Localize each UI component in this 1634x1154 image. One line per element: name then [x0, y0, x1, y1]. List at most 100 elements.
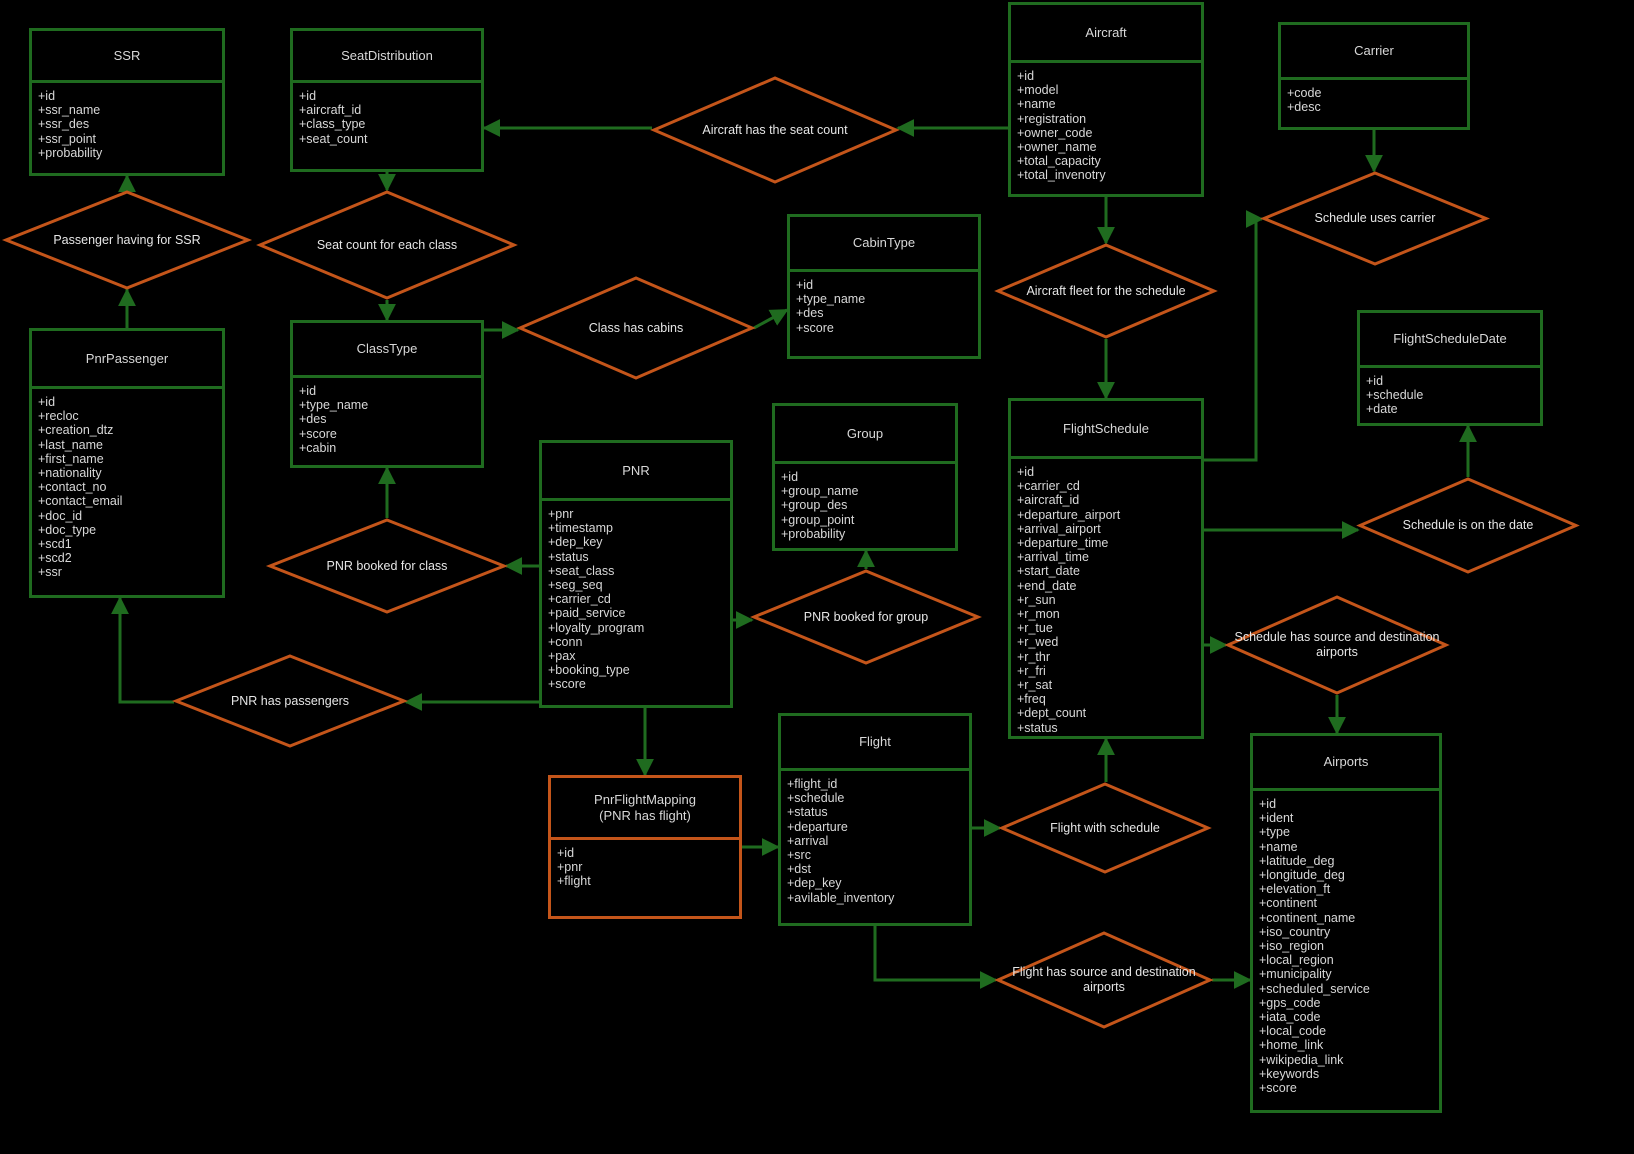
entity-attribute: +paid_service: [548, 606, 626, 621]
entity-attribute-list: +id +ident +type +name +latitude_deg +longitu…: [1253, 791, 1439, 1099]
entity-attribute: +loyalty_program: [548, 620, 645, 635]
entity-flightschedule[interactable]: FlightSchedule +id +carrier_cd +aircraft_id…: [1008, 398, 1204, 739]
entity-attribute: +ssr_point: [38, 131, 97, 146]
entity-attribute: +type: [1259, 825, 1290, 840]
entity-attribute: +doc_id: [38, 508, 83, 523]
entity-attribute: +r_mon: [1017, 607, 1060, 622]
entity-attribute: +id: [557, 846, 575, 860]
entity-attribute: +contact_email: [38, 494, 123, 509]
relationship-schedule-uses-carrier[interactable]: Schedule uses carrier: [1260, 171, 1490, 266]
entity-attribute: +end_date: [1017, 578, 1077, 593]
entity-attribute: +contact_no: [38, 480, 107, 495]
entity-attribute: +scd1: [38, 537, 72, 552]
entity-attribute: +class_type: [299, 117, 366, 132]
relationship-passenger-having-ssr[interactable]: Passenger having for SSR: [1, 190, 253, 290]
entity-attribute-list: +id +schedule +date: [1360, 368, 1540, 421]
relationship-pnr-booked-class[interactable]: PNR booked for class: [265, 518, 509, 614]
entity-attribute: +desc: [1287, 100, 1321, 115]
entity-attribute: +id: [796, 278, 814, 292]
entity-attribute: +group_des: [781, 498, 848, 513]
entity-attribute: +status: [787, 805, 828, 820]
relationship-label: PNR booked for class: [326, 558, 448, 573]
entity-attribute: +owner_name: [1017, 140, 1097, 155]
entity-attribute: +creation_dtz: [38, 423, 114, 438]
entity-attribute: +name: [1259, 839, 1298, 854]
entity-attribute: +pnr: [548, 507, 574, 521]
relationship-label: Class has cabins: [588, 320, 684, 335]
relationship-label: Flight has source and destination airpor…: [1012, 965, 1196, 994]
entity-ssr[interactable]: SSR +id +ssr_name +ssr_des +ssr_point +probab…: [29, 28, 225, 176]
relationship-aircraft-fleet-schedule[interactable]: Aircraft fleet for the schedule: [994, 243, 1218, 339]
entity-attribute: +ssr_des: [38, 117, 90, 132]
entity-attribute: +nationality: [38, 466, 102, 481]
entity-title: Group: [775, 406, 955, 464]
entity-attribute-list: +code +desc: [1281, 80, 1467, 118]
entity-aircraft[interactable]: Aircraft +id +model +name +registration +owne…: [1008, 2, 1204, 197]
entity-pnrpassenger[interactable]: PnrPassenger +id +recloc +creation_dtz +last…: [29, 328, 225, 598]
entity-attribute: +dst: [787, 862, 811, 877]
entity-attribute: +keywords: [1259, 1066, 1320, 1081]
entity-title: SSR: [32, 31, 222, 83]
relationship-label: Schedule uses carrier: [1314, 211, 1436, 225]
entity-attribute-list: +id +group_name +group_des +group_point +pro…: [775, 464, 955, 545]
entity-attribute: +score: [548, 677, 586, 692]
relationship-schedule-src-dst-airports[interactable]: Schedule has source and destination airp…: [1224, 595, 1450, 695]
entity-attribute: +date: [1366, 402, 1398, 417]
relationship-class-has-cabins[interactable]: Class has cabins: [516, 276, 756, 380]
relationship-label: Flight with schedule: [1050, 820, 1160, 835]
entity-carrier[interactable]: Carrier +code +desc: [1278, 22, 1470, 130]
entity-attribute: +registration: [1017, 111, 1087, 126]
entity-attribute: +flight_id: [787, 777, 838, 791]
entity-title: FlightSchedule: [1011, 401, 1201, 459]
relationship-schedule-on-date[interactable]: Schedule is on the date: [1356, 477, 1580, 574]
relationship-flight-src-dst-airports[interactable]: Flight has source and destination airpor…: [994, 931, 1214, 1029]
entity-classtype[interactable]: ClassType +id +type_name +des +score +cabin: [290, 320, 484, 468]
entity-name: PnrPassenger: [85, 350, 169, 366]
entity-attribute: +group_name: [781, 484, 859, 499]
entity-attribute: +carrier_cd: [1017, 479, 1080, 494]
entity-attribute: +departure_time: [1017, 536, 1109, 551]
entity-attribute: +seat_count: [299, 131, 368, 146]
entity-cabintype[interactable]: CabinType +id +type_name +des +score: [787, 214, 981, 359]
entity-attribute: +longitude_deg: [1259, 868, 1345, 883]
entity-attribute: +id: [38, 395, 56, 409]
entity-flight[interactable]: Flight +flight_id +schedule +status +departu…: [778, 713, 972, 926]
entity-attribute: +iso_country: [1259, 924, 1331, 939]
entity-attribute: +last_name: [38, 437, 103, 452]
entity-attribute: +id: [38, 89, 56, 103]
entity-attribute: +booking_type: [548, 663, 630, 678]
relationship-aircraft-seat-count[interactable]: Aircraft has the seat count: [650, 76, 900, 184]
entity-attribute: +id: [299, 384, 317, 398]
entity-attribute: +probability: [38, 145, 103, 160]
entity-name: Flight: [859, 734, 891, 750]
relationship-label: Schedule has source and destination airp…: [1234, 630, 1440, 659]
entity-attribute: +aircraft_id: [1017, 493, 1080, 508]
entity-attribute: +dep_key: [548, 535, 603, 550]
entity-flightscheduledate[interactable]: FlightScheduleDate +id +schedule +date: [1357, 310, 1543, 426]
entity-name: ClassType: [356, 341, 418, 357]
entity-attribute: +schedule: [1366, 388, 1424, 403]
entity-name: SSR: [113, 47, 141, 63]
entity-title: CabinType: [790, 217, 978, 272]
entity-group[interactable]: Group +id +group_name +group_des +group_poin…: [772, 403, 958, 551]
entity-pnrflightmapping[interactable]: PnrFlightMapping (PNR has flight) +id +pnr +…: [548, 775, 742, 919]
entity-pnr[interactable]: PNR +pnr +timestamp +dep_key +status +seat_cl…: [539, 440, 733, 708]
entity-airports[interactable]: Airports +id +ident +type +name +latitude_deg…: [1250, 733, 1442, 1113]
entity-title: Aircraft: [1011, 5, 1201, 63]
entity-attribute: +first_name: [38, 451, 104, 466]
relationship-pnr-has-passengers[interactable]: PNR has passengers: [171, 654, 409, 748]
entity-attribute: +des: [299, 412, 327, 427]
entity-attribute-list: +id +ssr_name +ssr_des +ssr_point +probabili…: [32, 83, 222, 164]
entity-attribute: +id: [1366, 374, 1384, 388]
relationship-pnr-booked-group[interactable]: PNR booked for group: [750, 569, 982, 665]
entity-attribute: +local_region: [1259, 953, 1334, 968]
entity-attribute: +status: [1017, 720, 1058, 735]
entity-attribute: +gps_code: [1259, 995, 1321, 1010]
relationship-seat-count-each-class[interactable]: Seat count for each class: [256, 190, 518, 300]
entity-seatdistribution[interactable]: SeatDistribution +id +aircraft_id +class_ty…: [290, 28, 484, 172]
entity-attribute: +start_date: [1017, 564, 1080, 579]
relationship-flight-with-schedule[interactable]: Flight with schedule: [998, 782, 1212, 874]
er-diagram-canvas: Aircraft has the seat count Passenger hav…: [0, 0, 1634, 1154]
entity-attribute: +avilable_inventory: [787, 890, 895, 905]
entity-attribute: +schedule: [787, 791, 845, 806]
